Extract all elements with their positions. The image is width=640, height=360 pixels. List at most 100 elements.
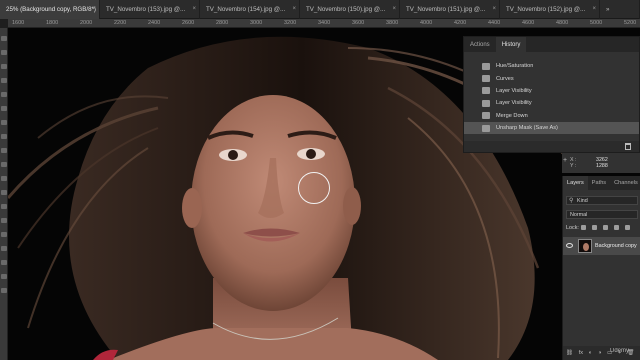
layers-panel-tabs: Layers Paths Channels <box>563 176 640 190</box>
history-item[interactable]: Layer Visibility <box>464 97 639 109</box>
crosshair-icon: + <box>563 157 568 164</box>
close-icon[interactable]: × <box>292 6 296 12</box>
history-item-selected[interactable]: Unsharp Mask (Save As) <box>464 121 639 135</box>
document-tab-4[interactable]: TV_Novembro (151).jpg @... × <box>400 0 500 19</box>
history-state-icon <box>482 87 490 95</box>
history-item[interactable]: Layer Visibility <box>464 85 639 97</box>
tab-paths-label: Paths <box>591 180 607 186</box>
close-icon[interactable]: × <box>592 6 596 12</box>
history-panel: Actions History Hue/Saturation Curves La… <box>463 36 640 153</box>
blend-mode-value: Normal <box>570 212 588 218</box>
ruler-tick-label: 1600 <box>12 20 25 26</box>
document-tab-2[interactable]: TV_Novembro (154).jpg @... × <box>200 0 300 19</box>
search-icon: ⚲ <box>569 198 574 204</box>
udemy-watermark: Udemy <box>610 348 630 354</box>
history-state-icon <box>482 124 490 132</box>
tab-history-label: History <box>501 41 521 48</box>
layer-filter-kind[interactable]: ⚲ Kind <box>566 196 638 205</box>
brush-tool-icon[interactable] <box>1 134 7 139</box>
fx-icon[interactable]: fx <box>579 350 583 356</box>
brush-cursor <box>298 172 330 204</box>
history-list: Hue/Saturation Curves Layer Visibility L… <box>464 60 639 135</box>
ruler-tick-label: 5000 <box>590 20 603 26</box>
lock-pixels-icon[interactable] <box>592 225 597 230</box>
mask-icon[interactable]: ◐ <box>589 350 592 356</box>
ruler-tick-label: 2200 <box>114 20 127 26</box>
path-selection-tool-icon[interactable] <box>1 246 7 251</box>
ruler-tick-label: 3800 <box>386 20 399 26</box>
document-tab-0[interactable]: 25% (Background copy, RGB/8*) × <box>0 0 100 19</box>
lock-artboard-icon[interactable] <box>614 225 619 230</box>
clone-stamp-tool-icon[interactable] <box>1 148 7 153</box>
trash-icon[interactable] <box>625 143 631 150</box>
history-item[interactable]: Hue/Saturation <box>464 60 639 72</box>
close-icon[interactable]: × <box>92 6 96 12</box>
tab-actions[interactable]: Actions <box>464 37 496 52</box>
document-tab-3[interactable]: TV_Novembro (150).jpg @... × <box>300 0 400 19</box>
history-brush-tool-icon[interactable] <box>1 162 7 167</box>
info-coordinate-values: 3262 1288 <box>596 157 608 169</box>
blend-mode-select[interactable]: Normal <box>566 210 638 219</box>
hand-tool-icon[interactable] <box>1 274 7 279</box>
ruler-tick-label: 2600 <box>182 20 195 26</box>
history-item-label: Layer Visibility <box>496 87 532 94</box>
tab-channels[interactable]: Channels <box>610 176 640 190</box>
history-item-label: Merge Down <box>496 112 528 119</box>
eraser-tool-icon[interactable] <box>1 176 7 181</box>
lock-position-icon[interactable] <box>603 225 608 230</box>
close-icon[interactable]: × <box>392 6 396 12</box>
type-tool-icon[interactable] <box>1 232 7 237</box>
history-state-icon <box>482 62 490 70</box>
zoom-tool-icon[interactable] <box>1 288 7 293</box>
ruler-tick-label: 2400 <box>148 20 161 26</box>
tools-strip <box>0 28 8 360</box>
history-item-label: Curves <box>496 75 514 82</box>
history-item[interactable]: Curves <box>464 72 639 84</box>
lock-all-icon[interactable] <box>625 225 630 230</box>
ruler-tick-label: 4600 <box>522 20 535 26</box>
document-tab-label: 25% (Background copy, RGB/8*) <box>6 6 96 13</box>
document-tab-5[interactable]: TV_Novembro (152).jpg @... × <box>500 0 600 19</box>
ruler-tick-label: 2000 <box>80 20 93 26</box>
document-tab-label: TV_Novembro (150).jpg @... <box>306 6 386 13</box>
history-item-label: Hue/Saturation <box>496 63 534 70</box>
tab-layers[interactable]: Layers <box>563 176 588 190</box>
magic-wand-tool-icon[interactable] <box>1 78 7 83</box>
history-state-icon <box>482 75 490 83</box>
lasso-tool-icon[interactable] <box>1 64 7 69</box>
gradient-tool-icon[interactable] <box>1 190 7 195</box>
info-coordinate-labels: X : Y : <box>570 157 576 169</box>
layer-name: Background copy <box>595 243 637 249</box>
tab-paths[interactable]: Paths <box>588 176 610 190</box>
move-tool-icon[interactable] <box>1 36 7 41</box>
eyedropper-tool-icon[interactable] <box>1 106 7 111</box>
healing-brush-tool-icon[interactable] <box>1 120 7 125</box>
marquee-tool-icon[interactable] <box>1 50 7 55</box>
ruler-tick-label: 2800 <box>216 20 229 26</box>
ruler-tick-label: 3400 <box>318 20 331 26</box>
adjustment-icon[interactable]: ◑ <box>598 350 601 356</box>
dodge-tool-icon[interactable] <box>1 204 7 209</box>
crop-tool-icon[interactable] <box>1 92 7 97</box>
tab-overflow-menu[interactable]: » <box>600 0 640 19</box>
ruler-tick-label: 4400 <box>488 20 501 26</box>
history-item-label: Layer Visibility <box>496 100 532 107</box>
tab-history[interactable]: History <box>495 37 527 52</box>
document-tab-1[interactable]: TV_Novembro (153).jpg @... × <box>100 0 200 19</box>
ruler-horizontal: 1600 1800 2000 2200 2400 2600 2800 3000 3200 3400… <box>8 19 640 28</box>
link-icon[interactable]: ⛓ <box>566 350 573 356</box>
ruler-tick-label: 3200 <box>284 20 297 26</box>
layer-filter-kind-label: Kind <box>577 198 588 204</box>
history-item[interactable]: Merge Down <box>464 110 639 122</box>
ruler-tick-label: 1800 <box>46 20 59 26</box>
lock-transparency-icon[interactable] <box>581 225 586 230</box>
close-icon[interactable]: × <box>492 6 496 12</box>
close-icon[interactable]: × <box>192 6 196 12</box>
history-panel-footer <box>464 141 639 152</box>
eye-icon[interactable] <box>566 243 573 248</box>
document-tab-label: TV_Novembro (153).jpg @... <box>106 6 186 13</box>
layer-row[interactable]: Background copy <box>563 237 640 255</box>
tab-channels-label: Channels <box>614 180 638 186</box>
pen-tool-icon[interactable] <box>1 218 7 223</box>
shape-tool-icon[interactable] <box>1 260 7 265</box>
